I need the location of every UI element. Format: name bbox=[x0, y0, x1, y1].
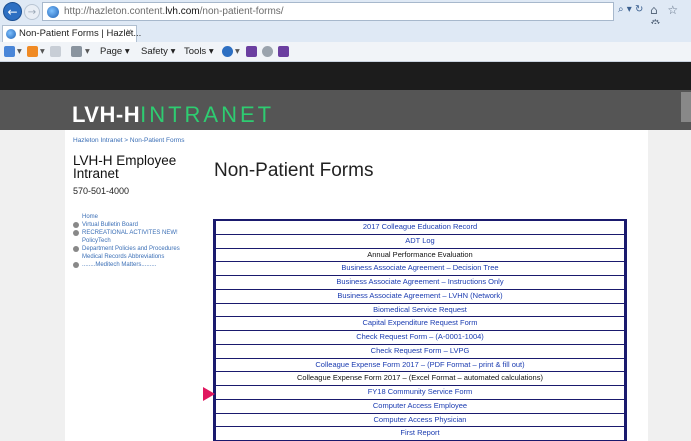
tab-favicon-icon bbox=[6, 29, 16, 39]
form-link-row[interactable]: Biomedical Service Request bbox=[215, 303, 625, 318]
pointer-arrow-icon bbox=[203, 387, 215, 401]
form-link-row[interactable]: 2017 Colleague Education Record bbox=[215, 221, 625, 235]
back-button[interactable]: ← bbox=[3, 2, 22, 21]
sidebar-item-home[interactable]: Home bbox=[73, 214, 191, 221]
home-dropdown-icon[interactable]: ▾ bbox=[17, 46, 22, 57]
print-dropdown-icon[interactable]: ▾ bbox=[85, 46, 90, 57]
page-title: Non-Patient Forms bbox=[214, 160, 374, 181]
tab-title: Non-Patient Forms | Hazlet... bbox=[19, 28, 142, 39]
tab-strip: Non-Patient Forms | Hazlet... × bbox=[0, 24, 691, 42]
sidebar-nav: Home Virtual Bulletin Board RECREATIONAL… bbox=[73, 214, 191, 270]
url-text[interactable]: http://hazleton.content.lvh.com/non-pati… bbox=[64, 6, 284, 17]
form-link-row[interactable]: Check Request Form – LVPG bbox=[215, 344, 625, 359]
site-top-bar bbox=[0, 62, 691, 90]
sidebar-item-recreational[interactable]: RECREATIONAL ACTIVITES NEW! bbox=[73, 230, 191, 237]
forms-table: 2017 Colleague Education Record ADT Log An… bbox=[213, 219, 627, 441]
sidebar-item-bulletin-board[interactable]: Virtual Bulletin Board bbox=[73, 222, 191, 229]
feeds-icon[interactable] bbox=[27, 46, 38, 57]
form-link-row[interactable]: ADT Log bbox=[215, 234, 625, 249]
form-link-row[interactable]: Colleague Expense Form 2017 – (Excel For… bbox=[215, 372, 625, 386]
site-icon bbox=[47, 6, 59, 18]
safety-menu[interactable]: Safety ▾ bbox=[141, 46, 175, 57]
form-link-row[interactable]: Annual Performance Evaluation bbox=[215, 248, 625, 263]
home-icon[interactable] bbox=[4, 46, 15, 57]
page-margin-right bbox=[648, 130, 691, 441]
close-tab-icon[interactable]: × bbox=[126, 27, 132, 38]
breadcrumb[interactable]: Hazleton Intranet > Non-Patient Forms bbox=[73, 137, 184, 144]
page-menu[interactable]: Page ▾ bbox=[100, 46, 130, 57]
content-panel: Hazleton Intranet > Non-Patient Forms LV… bbox=[65, 130, 648, 441]
address-bar-row: ← → http://hazleton.content.lvh.com/non-… bbox=[0, 0, 691, 31]
sidebar-item-policytech[interactable]: PolicyTech bbox=[73, 238, 191, 245]
form-link-row[interactable]: Computer Access Physician bbox=[215, 413, 625, 428]
scrollbar-thumb[interactable] bbox=[681, 92, 691, 122]
onenote-icon[interactable] bbox=[246, 46, 257, 57]
feeds-dropdown-icon[interactable]: ▾ bbox=[40, 46, 45, 57]
sidebar-item-department-policies[interactable]: Department Policies and Procedures bbox=[73, 246, 191, 253]
print-icon[interactable] bbox=[71, 46, 82, 57]
bullet-icon bbox=[73, 262, 79, 268]
help-dropdown-icon[interactable]: ▾ bbox=[235, 46, 240, 57]
intranet-title: LVH-H Employee Intranet bbox=[73, 153, 177, 181]
browser-tab[interactable]: Non-Patient Forms | Hazlet... × bbox=[2, 25, 141, 42]
bullet-icon bbox=[73, 246, 79, 252]
settings-gear-icon[interactable] bbox=[262, 46, 273, 57]
help-icon[interactable] bbox=[222, 46, 233, 57]
page-margin-left bbox=[0, 130, 65, 441]
address-bar[interactable]: http://hazleton.content.lvh.com/non-pati… bbox=[42, 2, 614, 21]
form-link-row[interactable]: Business Associate Agreement – Decision … bbox=[215, 262, 625, 276]
bullet-icon bbox=[73, 230, 79, 236]
tools-menu[interactable]: Tools ▾ bbox=[184, 46, 214, 57]
form-link-row[interactable]: Capital Expenditure Request Form bbox=[215, 317, 625, 331]
form-link-row[interactable]: First Report bbox=[215, 427, 625, 441]
form-link-row[interactable]: FY18 Community Service Form bbox=[215, 386, 625, 400]
bullet-icon bbox=[73, 222, 79, 228]
site-logo[interactable]: LVH-HINTRANET bbox=[72, 102, 274, 128]
phone-number: 570-501-4000 bbox=[73, 186, 130, 196]
forward-button[interactable]: → bbox=[24, 4, 40, 20]
form-link-row[interactable]: Business Associate Agreement – Instructi… bbox=[215, 276, 625, 290]
form-link-row[interactable]: Business Associate Agreement – LVHN (Net… bbox=[215, 289, 625, 304]
onenote-alt-icon[interactable] bbox=[278, 46, 289, 57]
sidebar-item-meditech[interactable]: ........Meditech Matters......... bbox=[73, 262, 191, 269]
form-link-row[interactable]: Computer Access Employee bbox=[215, 399, 625, 414]
sidebar-item-medical-records[interactable]: Medical Records Abbreviations bbox=[73, 254, 191, 261]
form-link-row[interactable]: Check Request Form – (A-0001-1004) bbox=[215, 331, 625, 345]
search-refresh-icons[interactable]: ⌕ ▾ ↻ bbox=[618, 4, 643, 15]
form-link-row[interactable]: Colleague Expense Form 2017 – (PDF Forma… bbox=[215, 358, 625, 373]
mail-icon[interactable] bbox=[50, 46, 61, 57]
command-bar: ▾ ▾ ▾ Page ▾ Safety ▾ Tools ▾ ▾ bbox=[0, 42, 691, 62]
